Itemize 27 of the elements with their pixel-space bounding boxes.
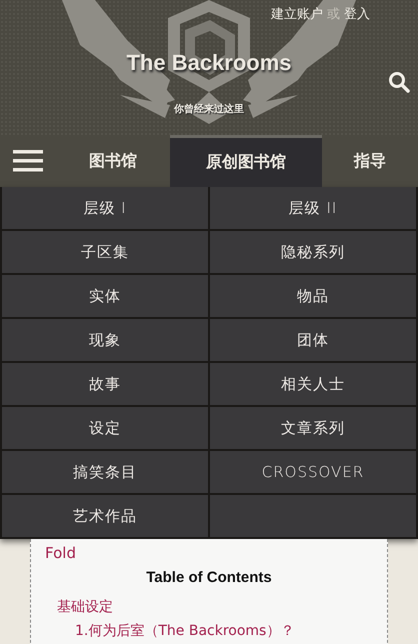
fold-link[interactable]: Fold [45,544,76,562]
menu-item[interactable]: 团体 [210,319,416,361]
menu-item[interactable]: 子区集 [2,231,208,273]
nav-tab[interactable]: 图书馆 [56,135,170,187]
menu-item[interactable]: 艺术作品 [2,495,208,537]
menu-item[interactable]: CROSSOVER [210,451,416,493]
menu-item[interactable]: 层级 I [2,187,208,229]
account-link[interactable]: 建立账户 [271,5,323,23]
nav-tab[interactable]: 原创图书馆 [170,135,322,187]
nav-tab[interactable]: 指导 [322,135,418,187]
menu-item[interactable]: 现象 [2,319,208,361]
menu-item[interactable]: 相关人士 [210,363,416,405]
site-tagline: 你曾经来过这里 [174,102,244,116]
menu-item[interactable]: 搞笑条目 [2,451,208,493]
menu-item[interactable]: 隐秘系列 [210,231,416,273]
menu-item[interactable]: 实体 [2,275,208,317]
menu-item[interactable]: 层级 II [210,187,416,229]
account-link[interactable]: 登入 [344,5,370,23]
toc-link[interactable]: 1.何为后室（The Backrooms）？ [75,622,294,640]
menu-item[interactable]: 物品 [210,275,416,317]
menu-item[interactable]: 故事 [2,363,208,405]
search-icon[interactable] [388,71,410,93]
menu-icon[interactable] [13,150,43,172]
toc-link[interactable]: 基础设定 [57,598,113,616]
toc-title: Table of Contents [146,569,272,586]
menu-item[interactable]: 设定 [2,407,208,449]
menu-item[interactable]: 文章系列 [210,407,416,449]
